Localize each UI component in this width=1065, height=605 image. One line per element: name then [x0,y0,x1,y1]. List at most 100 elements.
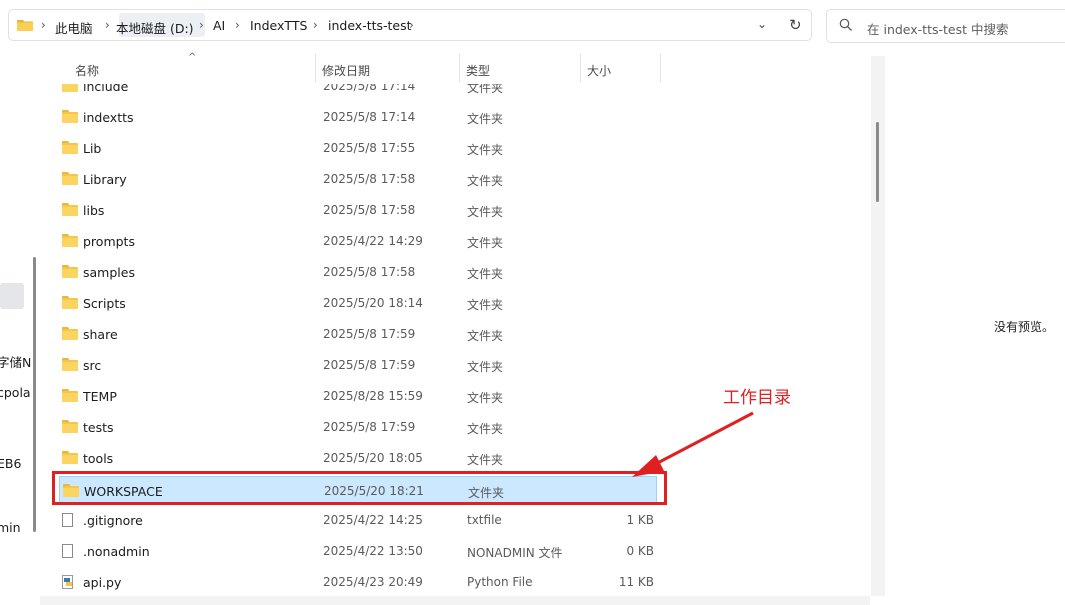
folder-icon [62,296,78,309]
breadcrumb-drive-d[interactable]: 本地磁盘 (D:) [116,18,194,37]
column-header-row: ^ 名称 修改日期 类型 大小 [40,52,870,84]
file-row[interactable]: samples 2025/5/8 17:58 文件夹 [54,257,658,287]
file-row[interactable]: Library 2025/5/8 17:58 文件夹 [54,164,658,194]
search-icon [839,18,852,31]
file-type: Python File [467,575,533,589]
breadcrumb-index-tts-test[interactable]: index-tts-test [328,18,412,33]
column-divider[interactable] [315,54,316,82]
file-row[interactable]: .gitignore 2025/4/22 14:25 txtfile 1 KB [54,505,658,535]
breadcrumb-this-pc[interactable]: 此电脑 [55,18,93,37]
nav-scrollbar[interactable] [33,257,36,532]
file-name: tests [83,420,114,435]
folder-icon [62,203,78,216]
file-row[interactable]: src 2025/5/8 17:59 文件夹 [54,350,658,380]
breadcrumb-ai[interactable]: AI [213,18,225,33]
annotation-highlight-box [52,471,667,505]
folder-icon [62,327,78,340]
file-row[interactable]: .nonadmin 2025/4/22 13:50 NONADMIN 文件 0 KB [54,536,658,566]
file-type: NONADMIN 文件 [467,546,563,560]
file-row[interactable]: Scripts 2025/5/20 18:14 文件夹 [54,288,658,318]
file-modified-date: 2025/5/8 17:58 [323,265,416,279]
folder-icon [62,451,78,464]
file-modified-date: 2025/5/8 17:59 [323,420,416,434]
file-row[interactable]: libs 2025/5/8 17:58 文件夹 [54,195,658,225]
search-box[interactable]: 在 index-tts-test 中搜索 [826,9,1065,43]
file-size: 11 KB [618,575,654,589]
nav-item-fragment[interactable]: 字储N [0,352,31,371]
file-type: txtfile [467,513,502,527]
file-size: 1 KB [626,513,654,527]
file-icon [62,513,73,527]
file-type: 文件夹 [467,84,504,95]
file-modified-date: 2025/4/23 20:49 [323,575,423,589]
chevron-right-icon: › [235,18,240,32]
file-name: include [83,84,129,94]
horizontal-scrollbar[interactable] [40,596,870,605]
file-type: 文件夹 [467,112,504,126]
breadcrumb-indextts[interactable]: IndexTTS [250,18,307,33]
sort-ascending-icon: ^ [188,52,197,63]
column-divider[interactable] [660,54,661,82]
file-icon [62,544,73,558]
file-row[interactable]: tests 2025/5/8 17:59 文件夹 [54,412,658,442]
file-row[interactable]: share 2025/5/8 17:59 文件夹 [54,319,658,349]
nav-item-fragment[interactable]: EB6 [0,456,21,471]
file-row[interactable]: include 2025/5/8 17:14 文件夹 [54,84,658,101]
column-header-size[interactable]: 大小 [587,62,611,79]
file-row[interactable]: prompts 2025/4/22 14:29 文件夹 [54,226,658,256]
address-bar[interactable]: › 此电脑 › 本地磁盘 (D:) › AI › IndexTTS › inde… [8,9,812,41]
column-header-type[interactable]: 类型 [466,62,490,79]
refresh-icon[interactable]: ↻ [789,16,802,34]
chevron-right-icon: › [409,18,414,32]
file-type: 文件夹 [467,360,504,374]
chevron-down-icon[interactable]: ⌄ [757,17,767,31]
folder-icon [62,389,78,402]
toolbar: › 此电脑 › 本地磁盘 (D:) › AI › IndexTTS › inde… [0,0,1065,52]
folder-icon [62,234,78,247]
file-name: indextts [83,110,134,125]
nav-item-fragment[interactable]: cpola [0,385,31,400]
file-name: libs [83,203,105,218]
file-name: api.py [83,575,122,590]
file-type: 文件夹 [467,329,504,343]
scrollbar-thumb[interactable] [876,122,879,202]
file-modified-date: 2025/5/20 18:05 [323,451,423,465]
nav-selected-item[interactable] [0,283,24,309]
file-name: Library [83,172,127,187]
file-row[interactable]: api.py 2025/4/23 20:49 Python File 11 KB [54,567,658,597]
column-divider[interactable] [580,54,581,82]
file-size: 0 KB [626,544,654,558]
file-row[interactable]: tools 2025/5/20 18:05 文件夹 [54,443,658,473]
folder-icon [62,84,78,92]
file-name: .gitignore [83,513,143,528]
column-header-date[interactable]: 修改日期 [322,62,370,79]
folder-icon [62,265,78,278]
folder-icon [62,172,78,185]
file-list[interactable]: include 2025/5/8 17:14 文件夹 indextts 2025/5/8… [40,84,870,605]
file-modified-date: 2025/5/8 17:59 [323,358,416,372]
chevron-right-icon: › [199,18,204,32]
folder-icon [17,20,33,31]
column-divider[interactable] [459,54,460,82]
file-modified-date: 2025/5/8 17:14 [323,110,416,124]
column-header-name[interactable]: 名称 [75,62,99,79]
file-name: Scripts [83,296,126,311]
file-row[interactable]: Lib 2025/5/8 17:55 文件夹 [54,133,658,163]
nav-item-fragment[interactable]: min [0,520,21,535]
navigation-pane[interactable]: 字储N cpola EB6 min [0,52,40,605]
folder-icon [62,141,78,154]
file-modified-date: 2025/5/8 17:55 [323,141,416,155]
file-modified-date: 2025/4/22 14:25 [323,513,423,527]
file-modified-date: 2025/5/8 17:59 [323,327,416,341]
file-list-scrollbar[interactable] [871,56,885,596]
file-name: Lib [83,141,102,156]
file-modified-date: 2025/5/20 18:14 [323,296,423,310]
file-type: 文件夹 [467,205,504,219]
file-row[interactable]: indextts 2025/5/8 17:14 文件夹 [54,102,658,132]
file-modified-date: 2025/8/28 15:59 [323,389,423,403]
preview-message: 没有预览。 [994,320,1055,334]
chevron-right-icon: › [313,18,318,32]
folder-icon [62,358,78,371]
file-name: prompts [83,234,135,249]
file-row[interactable]: TEMP 2025/8/28 15:59 文件夹 [54,381,658,411]
